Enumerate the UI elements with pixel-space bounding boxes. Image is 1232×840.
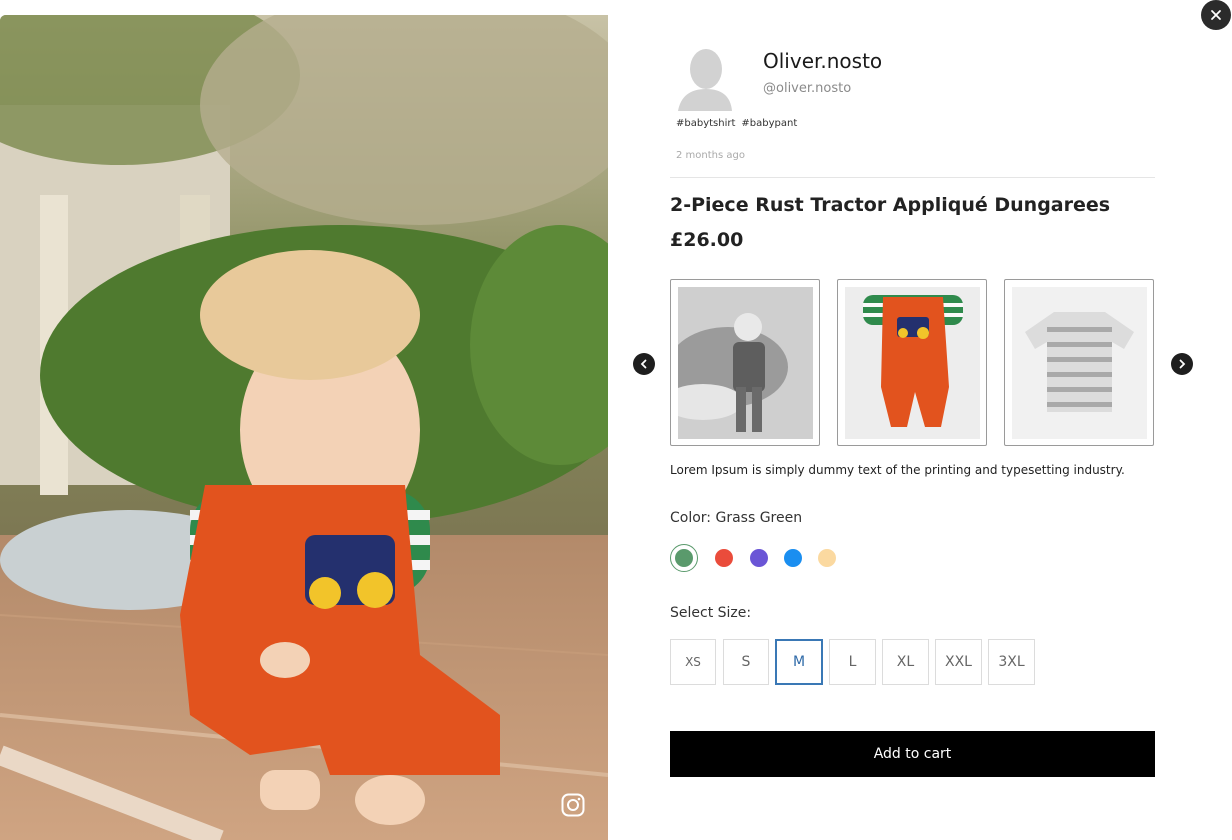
- size-option-xs[interactable]: XS: [670, 639, 716, 685]
- product-price: £26.00: [670, 229, 744, 251]
- carousel-prev-button[interactable]: [633, 353, 655, 375]
- avatar: [670, 45, 738, 111]
- thumbnail-image: [845, 287, 980, 439]
- chevron-right-icon: [1179, 359, 1186, 369]
- add-to-cart-button[interactable]: Add to cart: [670, 731, 1155, 777]
- product-title: 2-Piece Rust Tractor Appliqué Dungarees: [670, 194, 1111, 216]
- color-swatch-purple[interactable]: [750, 549, 768, 567]
- color-swatch-grass-green[interactable]: [675, 549, 693, 567]
- size-option-3xl[interactable]: 3XL: [988, 639, 1035, 685]
- close-icon: [1211, 10, 1221, 20]
- product-description: Lorem Ipsum is simply dummy text of the …: [670, 463, 1125, 477]
- hashtag[interactable]: #babypant: [741, 118, 797, 129]
- post-handle[interactable]: @oliver.nosto: [763, 81, 851, 96]
- color-swatch-blue[interactable]: [784, 549, 802, 567]
- color-swatch-red[interactable]: [715, 549, 733, 567]
- hashtag-list: #babytshirt #babypant: [676, 118, 797, 129]
- divider: [670, 177, 1155, 178]
- carousel-next-button[interactable]: [1171, 353, 1193, 375]
- close-button[interactable]: [1201, 0, 1231, 30]
- hero-photo: [0, 15, 608, 840]
- color-swatch-peach[interactable]: [818, 549, 836, 567]
- thumbnail-image: [678, 287, 813, 439]
- color-label: Color: Grass Green: [670, 510, 803, 526]
- product-thumbnail[interactable]: [670, 279, 820, 446]
- instagram-icon[interactable]: [561, 793, 585, 817]
- hashtag[interactable]: #babytshirt: [676, 118, 735, 129]
- size-option-s[interactable]: S: [723, 639, 769, 685]
- post-username[interactable]: Oliver.nosto: [763, 49, 882, 73]
- chevron-left-icon: [640, 359, 647, 369]
- post-timestamp: 2 months ago: [676, 150, 745, 161]
- thumbnail-image: [1012, 287, 1147, 439]
- product-thumbnail[interactable]: [837, 279, 987, 446]
- size-option-xl[interactable]: XL: [882, 639, 929, 685]
- size-option-xxl[interactable]: XXL: [935, 639, 982, 685]
- size-option-m[interactable]: M: [775, 639, 823, 685]
- size-option-l[interactable]: L: [829, 639, 876, 685]
- size-label: Select Size:: [670, 605, 752, 621]
- product-thumbnail[interactable]: [1004, 279, 1154, 446]
